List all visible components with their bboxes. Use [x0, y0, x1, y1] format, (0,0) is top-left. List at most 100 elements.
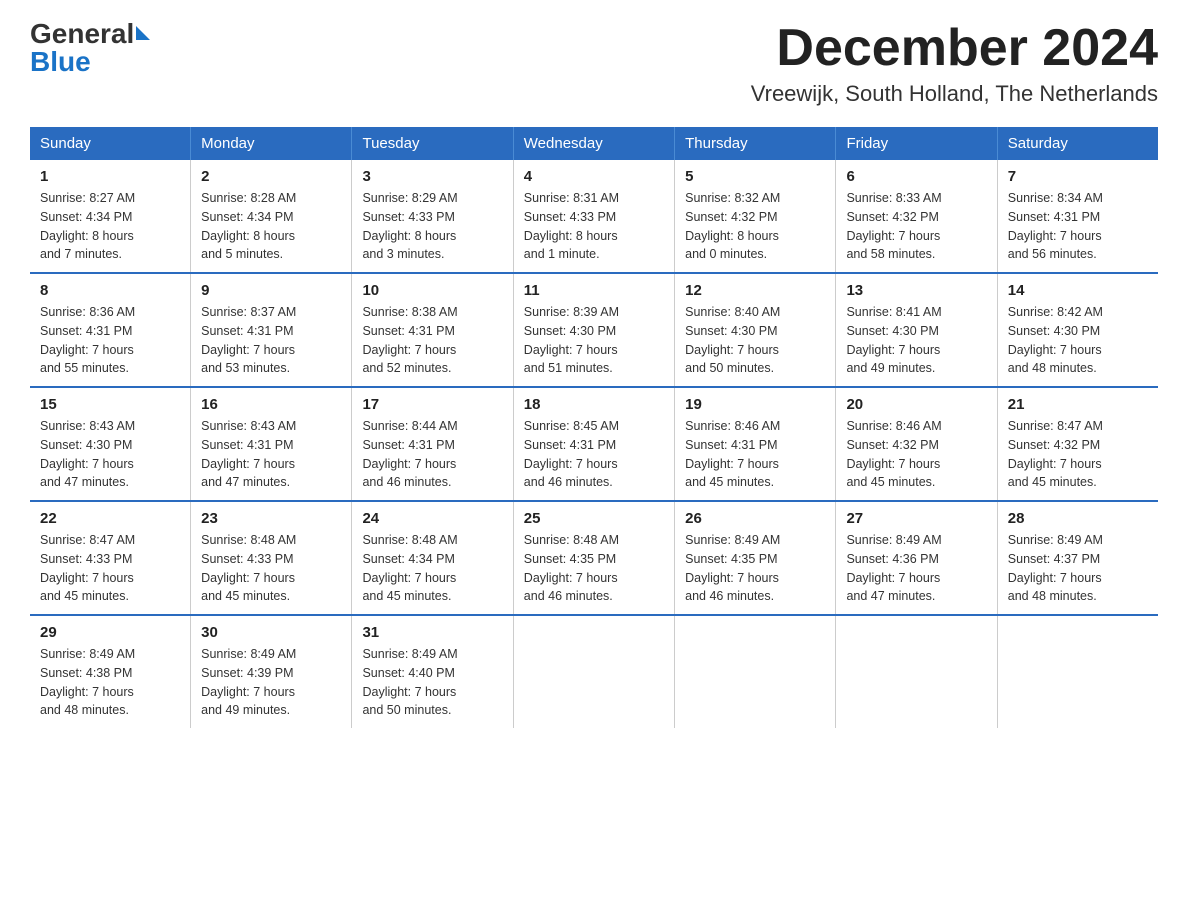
calendar-cell: 18 Sunrise: 8:45 AM Sunset: 4:31 PM Dayli…	[513, 387, 674, 501]
day-info: Sunrise: 8:41 AM Sunset: 4:30 PM Dayligh…	[846, 303, 986, 378]
logo-text-general: General	[30, 20, 134, 48]
week-row-4: 22 Sunrise: 8:47 AM Sunset: 4:33 PM Dayli…	[30, 501, 1158, 615]
day-number: 14	[1008, 282, 1148, 299]
calendar-cell	[836, 615, 997, 728]
calendar-body: 1 Sunrise: 8:27 AM Sunset: 4:34 PM Daylig…	[30, 160, 1158, 728]
page-header: General Blue December 2024 Vreewijk, Sou…	[30, 20, 1158, 107]
day-number: 8	[40, 282, 180, 299]
day-number: 9	[201, 282, 341, 299]
calendar-cell: 12Sunrise: 8:40 AM Sunset: 4:30 PM Dayli…	[675, 273, 836, 387]
day-info: Sunrise: 8:46 AM Sunset: 4:32 PM Dayligh…	[846, 417, 986, 492]
calendar-cell: 23 Sunrise: 8:48 AM Sunset: 4:33 PM Dayli…	[191, 501, 352, 615]
weekday-header-saturday: Saturday	[997, 127, 1158, 160]
week-row-1: 1 Sunrise: 8:27 AM Sunset: 4:34 PM Daylig…	[30, 160, 1158, 273]
day-number: 19	[685, 396, 825, 413]
day-info: Sunrise: 8:48 AM Sunset: 4:33 PM Dayligh…	[201, 531, 341, 606]
day-number: 4	[524, 168, 664, 185]
day-info: Sunrise: 8:27 AM Sunset: 4:34 PM Dayligh…	[40, 189, 180, 264]
day-number: 5	[685, 168, 825, 185]
day-number: 18	[524, 396, 664, 413]
logo-triangle-icon	[136, 26, 150, 40]
calendar-cell: 14Sunrise: 8:42 AM Sunset: 4:30 PM Dayli…	[997, 273, 1158, 387]
calendar-cell: 28 Sunrise: 8:49 AM Sunset: 4:37 PM Dayli…	[997, 501, 1158, 615]
calendar-cell: 20 Sunrise: 8:46 AM Sunset: 4:32 PM Dayli…	[836, 387, 997, 501]
calendar-cell	[997, 615, 1158, 728]
day-info: Sunrise: 8:43 AM Sunset: 4:30 PM Dayligh…	[40, 417, 180, 492]
day-info: Sunrise: 8:34 AM Sunset: 4:31 PM Dayligh…	[1008, 189, 1148, 264]
weekday-header-monday: Monday	[191, 127, 352, 160]
day-info: Sunrise: 8:49 AM Sunset: 4:36 PM Dayligh…	[846, 531, 986, 606]
day-number: 22	[40, 510, 180, 527]
day-number: 11	[524, 282, 664, 299]
day-number: 13	[846, 282, 986, 299]
day-info: Sunrise: 8:33 AM Sunset: 4:32 PM Dayligh…	[846, 189, 986, 264]
calendar-cell: 17Sunrise: 8:44 AM Sunset: 4:31 PM Dayli…	[352, 387, 513, 501]
day-number: 28	[1008, 510, 1148, 527]
calendar-cell: 15 Sunrise: 8:43 AM Sunset: 4:30 PM Dayli…	[30, 387, 191, 501]
day-number: 2	[201, 168, 341, 185]
calendar-cell: 22 Sunrise: 8:47 AM Sunset: 4:33 PM Dayli…	[30, 501, 191, 615]
day-info: Sunrise: 8:40 AM Sunset: 4:30 PM Dayligh…	[685, 303, 825, 378]
calendar-cell: 26Sunrise: 8:49 AM Sunset: 4:35 PM Dayli…	[675, 501, 836, 615]
weekday-header-tuesday: Tuesday	[352, 127, 513, 160]
day-info: Sunrise: 8:45 AM Sunset: 4:31 PM Dayligh…	[524, 417, 664, 492]
calendar-cell: 24 Sunrise: 8:48 AM Sunset: 4:34 PM Dayli…	[352, 501, 513, 615]
day-info: Sunrise: 8:37 AM Sunset: 4:31 PM Dayligh…	[201, 303, 341, 378]
calendar-cell: 6 Sunrise: 8:33 AM Sunset: 4:32 PM Daylig…	[836, 160, 997, 273]
calendar-cell: 1 Sunrise: 8:27 AM Sunset: 4:34 PM Daylig…	[30, 160, 191, 273]
logo: General Blue	[30, 20, 150, 76]
day-number: 23	[201, 510, 341, 527]
calendar-cell: 2Sunrise: 8:28 AM Sunset: 4:34 PM Daylig…	[191, 160, 352, 273]
day-info: Sunrise: 8:47 AM Sunset: 4:33 PM Dayligh…	[40, 531, 180, 606]
week-row-5: 29Sunrise: 8:49 AM Sunset: 4:38 PM Dayli…	[30, 615, 1158, 728]
day-info: Sunrise: 8:48 AM Sunset: 4:34 PM Dayligh…	[362, 531, 502, 606]
day-number: 30	[201, 624, 341, 641]
day-number: 27	[846, 510, 986, 527]
day-number: 16	[201, 396, 341, 413]
week-row-2: 8 Sunrise: 8:36 AM Sunset: 4:31 PM Daylig…	[30, 273, 1158, 387]
week-row-3: 15 Sunrise: 8:43 AM Sunset: 4:30 PM Dayli…	[30, 387, 1158, 501]
calendar-cell: 25 Sunrise: 8:48 AM Sunset: 4:35 PM Dayli…	[513, 501, 674, 615]
calendar-subtitle: Vreewijk, South Holland, The Netherlands	[751, 81, 1158, 107]
day-number: 24	[362, 510, 502, 527]
day-info: Sunrise: 8:49 AM Sunset: 4:38 PM Dayligh…	[40, 645, 180, 720]
calendar-table: SundayMondayTuesdayWednesdayThursdayFrid…	[30, 127, 1158, 728]
day-number: 10	[362, 282, 502, 299]
day-number: 1	[40, 168, 180, 185]
weekday-header-friday: Friday	[836, 127, 997, 160]
day-info: Sunrise: 8:43 AM Sunset: 4:31 PM Dayligh…	[201, 417, 341, 492]
day-number: 6	[846, 168, 986, 185]
day-info: Sunrise: 8:36 AM Sunset: 4:31 PM Dayligh…	[40, 303, 180, 378]
day-info: Sunrise: 8:49 AM Sunset: 4:37 PM Dayligh…	[1008, 531, 1148, 606]
day-info: Sunrise: 8:29 AM Sunset: 4:33 PM Dayligh…	[362, 189, 502, 264]
weekday-header-row: SundayMondayTuesdayWednesdayThursdayFrid…	[30, 127, 1158, 160]
weekday-header-wednesday: Wednesday	[513, 127, 674, 160]
day-number: 25	[524, 510, 664, 527]
calendar-cell: 3Sunrise: 8:29 AM Sunset: 4:33 PM Daylig…	[352, 160, 513, 273]
weekday-header-thursday: Thursday	[675, 127, 836, 160]
day-info: Sunrise: 8:46 AM Sunset: 4:31 PM Dayligh…	[685, 417, 825, 492]
day-info: Sunrise: 8:38 AM Sunset: 4:31 PM Dayligh…	[362, 303, 502, 378]
logo-text-blue: Blue	[30, 48, 91, 76]
calendar-cell: 7 Sunrise: 8:34 AM Sunset: 4:31 PM Daylig…	[997, 160, 1158, 273]
calendar-cell: 30 Sunrise: 8:49 AM Sunset: 4:39 PM Dayli…	[191, 615, 352, 728]
day-info: Sunrise: 8:39 AM Sunset: 4:30 PM Dayligh…	[524, 303, 664, 378]
calendar-cell: 10 Sunrise: 8:38 AM Sunset: 4:31 PM Dayli…	[352, 273, 513, 387]
calendar-cell: 5 Sunrise: 8:32 AM Sunset: 4:32 PM Daylig…	[675, 160, 836, 273]
calendar-cell: 27 Sunrise: 8:49 AM Sunset: 4:36 PM Dayli…	[836, 501, 997, 615]
calendar-cell: 8 Sunrise: 8:36 AM Sunset: 4:31 PM Daylig…	[30, 273, 191, 387]
calendar-cell: 9 Sunrise: 8:37 AM Sunset: 4:31 PM Daylig…	[191, 273, 352, 387]
calendar-cell: 4Sunrise: 8:31 AM Sunset: 4:33 PM Daylig…	[513, 160, 674, 273]
day-info: Sunrise: 8:48 AM Sunset: 4:35 PM Dayligh…	[524, 531, 664, 606]
day-number: 21	[1008, 396, 1148, 413]
day-number: 7	[1008, 168, 1148, 185]
day-number: 20	[846, 396, 986, 413]
day-number: 15	[40, 396, 180, 413]
day-info: Sunrise: 8:32 AM Sunset: 4:32 PM Dayligh…	[685, 189, 825, 264]
day-info: Sunrise: 8:47 AM Sunset: 4:32 PM Dayligh…	[1008, 417, 1148, 492]
day-info: Sunrise: 8:49 AM Sunset: 4:39 PM Dayligh…	[201, 645, 341, 720]
day-number: 31	[362, 624, 502, 641]
weekday-header-sunday: Sunday	[30, 127, 191, 160]
calendar-header: SundayMondayTuesdayWednesdayThursdayFrid…	[30, 127, 1158, 160]
calendar-cell	[675, 615, 836, 728]
